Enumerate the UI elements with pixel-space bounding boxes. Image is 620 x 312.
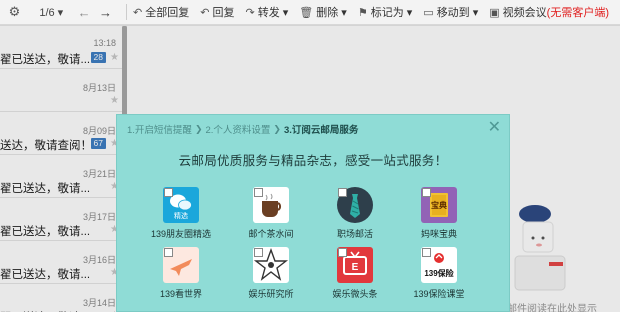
service-item[interactable]: 139看世界 (147, 247, 215, 300)
service-label: 妈咪宝典 (420, 229, 457, 239)
book-icon[interactable]: 宝典 (421, 187, 457, 223)
subscribe-dialog: 1.开启短信提醒 ❯ 2.个人资料设置 ❯ 3.订阅云邮局服务 ✕ 云邮局优质服… (116, 114, 510, 312)
service-label: 娱乐研究所 (248, 289, 294, 299)
toolbar-buttons: ↶ 全部回复 ↶ 回复 ↷ 转发 ▾ 🗑 删除 ▾ ⚑ 标记为 ▾ ▭ 移动到 ▾ ▣ 视频会议 (无需客户… (133, 4, 620, 20)
service-label: 139看世界 (159, 289, 203, 299)
airplane-icon[interactable] (163, 247, 199, 283)
trash-icon: 🗑 (299, 6, 314, 19)
service-label: 139朋友圈精选 (150, 229, 212, 239)
settings-gear-icon[interactable]: ⚙ (0, 4, 29, 20)
toolbar-btn-video[interactable]: ▣ 视频会议 (无需客户端) (489, 4, 609, 20)
toolbar-btn-reply-all[interactable]: ↶ 全部回复 (133, 4, 189, 20)
service-label: 139保险课堂 (413, 289, 465, 299)
toolbar-btn-folder[interactable]: ▭ 移动到 ▾ (423, 4, 478, 20)
tie-icon[interactable] (337, 187, 373, 223)
prev-arrow-icon[interactable]: ← (74, 5, 95, 20)
toolbar-divider (126, 4, 128, 20)
service-label: 娱乐微头条 (332, 289, 378, 299)
service-checkbox[interactable] (422, 188, 431, 197)
service-item[interactable]: 职场邮活 (321, 187, 389, 240)
service-checkbox[interactable] (164, 188, 173, 197)
service-checkbox[interactable] (254, 248, 263, 257)
toolbar: ⚙ 1/6 ▾ ← → ↶ 全部回复 ↶ 回复 ↷ 转发 ▾ 🗑 删除 ▾ ⚑ 标记为 ▾ ▭ 移动到… (0, 0, 620, 25)
service-checkbox[interactable] (422, 248, 431, 257)
service-label: 职场邮活 (336, 229, 373, 239)
dialog-title: 云邮局优质服务与精品杂志，感受一站式服务！ (178, 154, 448, 168)
toolbar-btn-trash[interactable]: 🗑 删除 ▾ (299, 4, 347, 20)
toolbar-btn-label: 回复 (212, 7, 235, 19)
service-checkbox[interactable] (338, 248, 347, 257)
service-item[interactable]: E 娱乐微头条 (321, 247, 389, 300)
step-2: 2.个人资料设置 (205, 125, 271, 136)
tv-icon[interactable]: E (337, 247, 373, 283)
reply-icon: ↶ (200, 6, 210, 19)
toolbar-btn-label: 删除 ▾ (316, 7, 347, 19)
service-checkbox[interactable] (254, 188, 263, 197)
forward-icon: ↷ (245, 6, 255, 19)
svg-text:E: E (352, 262, 359, 273)
dialog-steps: 1.开启短信提醒 ❯ 2.个人资料设置 ❯ 3.订阅云邮局服务 ✕ (117, 115, 509, 143)
flag-icon: ⚑ (357, 6, 368, 19)
next-arrow-icon[interactable]: → (95, 5, 116, 20)
service-label: 邮个茶水间 (248, 229, 294, 239)
close-icon[interactable]: ✕ (488, 119, 501, 137)
toolbar-btn-extra: (无需客户端) (546, 7, 609, 19)
service-checkbox[interactable] (164, 248, 173, 257)
service-item[interactable]: 宝典 妈咪宝典 (405, 187, 473, 240)
step-3: 3.订阅云邮局服务 (283, 125, 359, 136)
folder-icon: ▭ (423, 6, 434, 19)
wechat-icon[interactable]: 精选 (163, 187, 199, 223)
reply-all-icon: ↶ (133, 6, 143, 19)
toolbar-btn-label: 标记为 ▾ (370, 7, 413, 19)
service-icon-caption: 精选 (174, 213, 188, 220)
coffee-cup-icon[interactable] (253, 187, 289, 223)
toolbar-btn-label: 全部回复 (145, 7, 190, 19)
service-icon-caption: 宝典 (431, 201, 447, 210)
service-icon-caption: 139保险 (424, 269, 454, 278)
chevron-right-icon: ❯ (273, 123, 281, 134)
chevron-right-icon: ❯ (194, 123, 203, 134)
service-item[interactable]: 邮个茶水间 (237, 187, 305, 240)
service-checkbox[interactable] (338, 188, 347, 197)
insurance-logo-icon[interactable]: 139保险 (421, 247, 457, 283)
toolbar-btn-reply[interactable]: ↶ 回复 (200, 4, 234, 20)
toolbar-btn-forward[interactable]: ↷ 转发 ▾ (245, 4, 288, 20)
service-item[interactable]: 娱乐研究所 (237, 247, 305, 300)
service-item[interactable]: 139保险 139保险课堂 (405, 247, 473, 300)
star-icon[interactable] (253, 247, 289, 283)
video-icon: ▣ (489, 6, 500, 19)
step-1: 1.开启短信提醒 (127, 125, 192, 136)
toolbar-btn-label: 转发 ▾ (257, 7, 289, 19)
page-indicator-text: 1/6 (39, 6, 55, 19)
toolbar-btn-label: 视频会议 (502, 7, 547, 19)
toolbar-btn-flag[interactable]: ⚑ 标记为 ▾ (358, 4, 412, 20)
page-indicator[interactable]: 1/6 ▾ (29, 6, 74, 19)
service-item[interactable]: 精选 139朋友圈精选 (147, 187, 215, 240)
toolbar-btn-label: 移动到 ▾ (436, 7, 479, 19)
